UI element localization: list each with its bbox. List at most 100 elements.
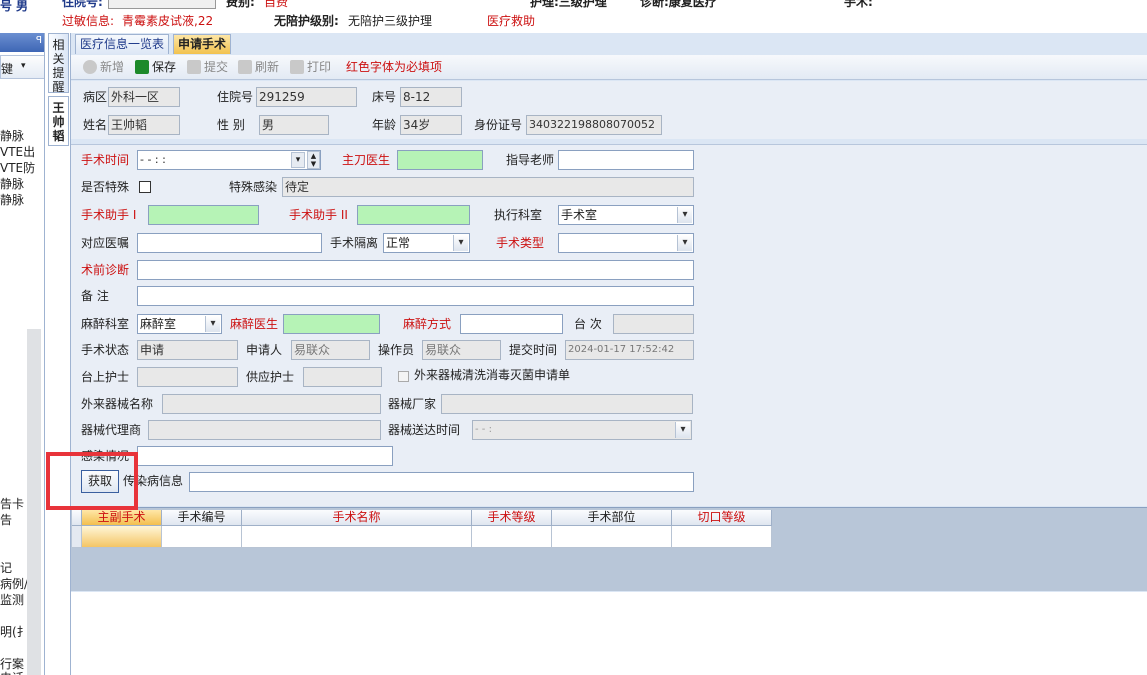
surgery-type-label: 手术类型 (496, 236, 545, 250)
grid-header-level[interactable]: 手术等级 (472, 510, 552, 526)
save-button[interactable]: 保存 (135, 59, 176, 76)
preop-diag-field[interactable] (137, 260, 694, 280)
add-icon (83, 60, 97, 74)
submit-button[interactable]: 提交 (187, 59, 228, 76)
anes-method-label: 麻醉方式 (403, 317, 452, 331)
table-no-label: 台 次 (574, 317, 602, 331)
tab-medical-overview[interactable]: 医疗信息一览表 (75, 34, 170, 54)
submit-time-field: 2024-01-17 17:52:42 (565, 340, 694, 360)
grid-cell[interactable] (242, 526, 472, 548)
allergy-label: 过敏信息: (62, 14, 115, 28)
left-item[interactable]: 记 (0, 559, 12, 576)
bed-label: 床号 (372, 90, 397, 104)
grid-row-indicator[interactable] (72, 526, 82, 548)
grid-cell[interactable] (472, 526, 552, 548)
surgery-grid: 主副手术 手术编号 手术名称 手术等级 手术部位 切口等级 (71, 507, 1147, 591)
bottom-blank (71, 592, 1147, 675)
exec-dept-select[interactable]: 手术室 (558, 205, 694, 225)
left-item[interactable]: 静脉 (0, 127, 24, 144)
assistant2-field[interactable] (357, 205, 470, 225)
anes-dept-select[interactable]: 麻醉室 (137, 314, 222, 334)
rescue-label: 医疗救助 (487, 14, 536, 28)
assistant1-label: 手术助手 I (81, 208, 137, 222)
table-nurse-field[interactable] (137, 367, 238, 387)
left-item[interactable]: 电话 (0, 669, 24, 675)
time-spinner-icon[interactable]: ▲ ▼ (307, 151, 320, 169)
assistant1-field[interactable] (148, 205, 259, 225)
left-panel-dropdown[interactable]: 键 ▾ (0, 55, 44, 79)
grid-header-name[interactable]: 手术名称 (242, 510, 472, 526)
age-label: 年龄 (372, 118, 397, 132)
left-item[interactable]: 静脉 (0, 175, 24, 192)
left-panel-header: ꟼ (0, 33, 44, 52)
ext-agent-field[interactable] (148, 420, 381, 440)
highlight-box (46, 452, 138, 510)
left-item[interactable]: 明(扌 (0, 623, 29, 640)
table-no-field[interactable] (613, 314, 694, 334)
grid-header-site[interactable]: 手术部位 (552, 510, 672, 526)
table-nurse-label: 台上护士 (81, 370, 130, 384)
left-item[interactable]: 静脉 (0, 191, 24, 208)
left-item[interactable]: VTE出 (0, 143, 35, 160)
external-clean-checkbox[interactable] (398, 371, 409, 382)
supply-nurse-label: 供应护士 (246, 370, 295, 384)
infection-field[interactable] (137, 446, 393, 466)
mentor-field[interactable] (558, 150, 694, 170)
ext-name-field[interactable] (162, 394, 381, 414)
name-label: 姓名 (83, 118, 108, 132)
left-item[interactable]: 监测 (0, 591, 24, 608)
refresh-button[interactable]: 刷新 (238, 59, 279, 76)
age-field: 34岁 (400, 115, 462, 135)
header-inpatient-field (108, 0, 216, 9)
mentor-label: 指导老师 (506, 153, 555, 167)
side-tab-patient[interactable]: 王帅韬 (48, 96, 69, 146)
grid-cell[interactable] (552, 526, 672, 548)
remark-field[interactable] (137, 286, 694, 306)
left-item[interactable]: VTE防 (0, 159, 35, 176)
ext-delivery-field[interactable]: - - : (472, 420, 692, 440)
print-label: 打印 (307, 60, 332, 74)
order-field[interactable] (137, 233, 322, 253)
special-infection-field[interactable]: 待定 (282, 177, 694, 197)
anesthetist-label: 麻醉医生 (230, 317, 279, 331)
assistant2-label: 手术助手 II (289, 208, 348, 222)
ext-maker-field[interactable] (441, 394, 693, 414)
left-scrollbar[interactable] (27, 329, 41, 675)
submit-icon (187, 60, 201, 74)
pin-icon[interactable]: ꟼ (36, 35, 42, 46)
submit-time-label: 提交时间 (509, 343, 558, 357)
left-item[interactable]: 告卡 (0, 495, 24, 512)
grid-header-incision[interactable]: 切口等级 (672, 510, 772, 526)
side-tab-related[interactable]: 相关提醒 (48, 33, 69, 94)
print-button[interactable]: 打印 (290, 59, 331, 76)
grid-cell[interactable] (162, 526, 242, 548)
required-notice: 红色字体为必填项 (346, 60, 443, 74)
surgery-type-select[interactable] (558, 233, 694, 253)
left-item[interactable]: 病例/ (0, 575, 28, 592)
chief-surgeon-label: 主刀医生 (342, 153, 391, 167)
left-dropdown-label: 键 (1, 62, 14, 76)
grid-header-main[interactable]: 主副手术 (82, 510, 162, 526)
grid-cell[interactable] (82, 526, 162, 548)
isolation-select[interactable]: 正常 (383, 233, 470, 253)
id-field: 340322198808070052 (526, 115, 662, 135)
anes-method-field[interactable] (460, 314, 563, 334)
ward-label: 病区 (83, 90, 108, 104)
sex-label: 性 别 (217, 118, 245, 132)
left-item[interactable]: 告 (0, 511, 12, 528)
infectious-field[interactable] (189, 472, 694, 492)
special-checkbox[interactable] (139, 181, 151, 193)
tab-apply-surgery[interactable]: 申请手术 (173, 34, 232, 54)
grid-header-code[interactable]: 手术编号 (162, 510, 242, 526)
supply-nurse-field[interactable] (303, 367, 382, 387)
inpatient-label: 住院号 (217, 90, 254, 104)
add-button[interactable]: 新增 (83, 59, 124, 76)
header-fee: 自费 (264, 0, 289, 9)
status-field: 申请 (137, 340, 238, 360)
anesthetist-field[interactable] (283, 314, 380, 334)
chief-surgeon-field[interactable] (397, 150, 483, 170)
order-label: 对应医嘱 (81, 236, 130, 250)
print-icon (290, 60, 304, 74)
grid-cell[interactable] (672, 526, 772, 548)
calendar-dropdown-icon[interactable]: ▾ (291, 152, 305, 168)
